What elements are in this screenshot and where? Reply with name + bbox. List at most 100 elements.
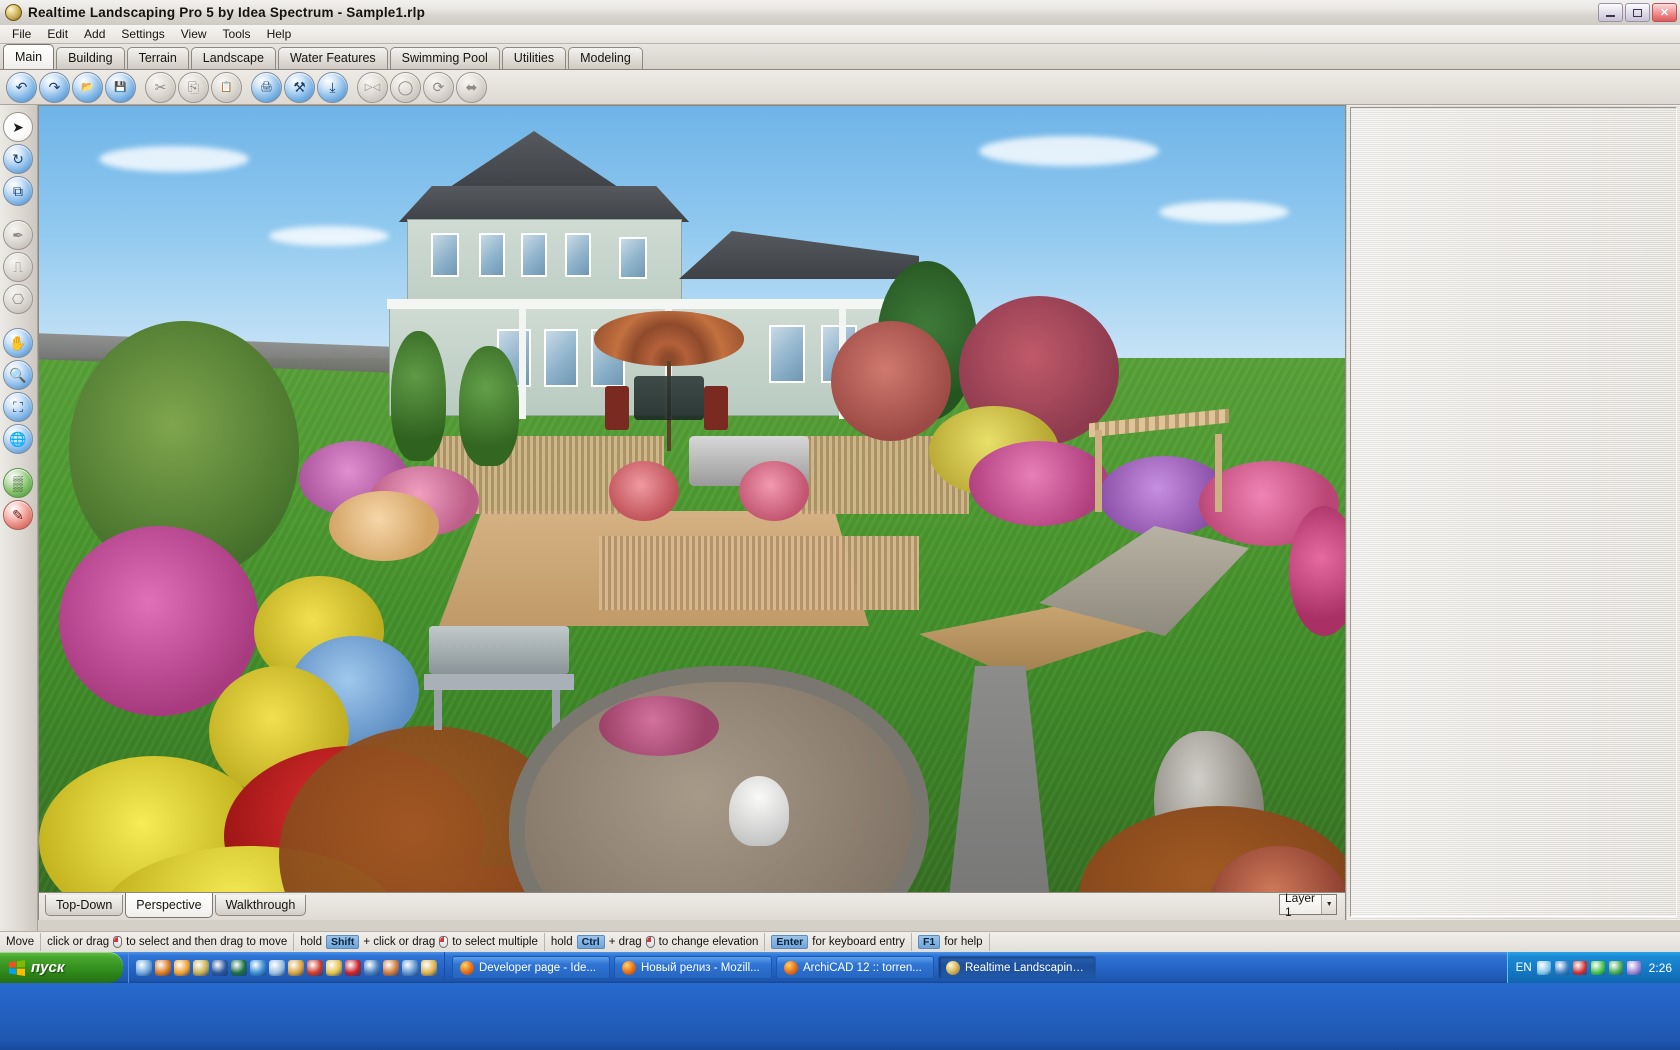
zoom-extents-icon[interactable]: ⛶ <box>3 392 33 422</box>
layer-selector[interactable]: Layer 1 ▼ <box>1279 891 1337 919</box>
ql-icon-calc[interactable] <box>269 959 285 976</box>
chevron-down-icon[interactable]: ▼ <box>1321 895 1336 914</box>
orbit-icon[interactable]: 🌐 <box>3 424 33 454</box>
tray-hide-icon[interactable] <box>1536 960 1551 975</box>
patio-table[interactable] <box>634 376 704 420</box>
view-mode-tab-strip: Top-Down Perspective Walkthrough Layer 1 ▼ <box>38 891 1346 920</box>
app-globe-icon <box>946 960 960 975</box>
taskbar-task-1[interactable]: Новый релиз - Mozill... <box>614 956 772 979</box>
ql-icon-flash[interactable] <box>307 959 323 976</box>
ribbon-tab-terrain[interactable]: Terrain <box>126 47 189 69</box>
taskbar-task-0[interactable]: Developer page - Ide... <box>452 956 610 979</box>
menu-item-tools[interactable]: Tools <box>215 25 259 43</box>
copy-object-icon[interactable]: ⧉ <box>3 176 33 206</box>
ql-icon-paint[interactable] <box>383 959 399 976</box>
menu-item-view[interactable]: View <box>173 25 215 43</box>
water-fountain[interactable] <box>729 776 789 846</box>
right-properties-panel[interactable] <box>1347 105 1680 920</box>
zoom-icon[interactable]: 🔍 <box>3 360 33 390</box>
flower-cluster[interactable] <box>969 441 1109 526</box>
shrub-column[interactable] <box>391 331 446 461</box>
3d-viewport[interactable]: Orbit Zoom Pan Height <box>38 105 1346 893</box>
ribbon-tab-utilities[interactable]: Utilities <box>501 47 567 69</box>
ql-icon-word[interactable] <box>212 959 228 976</box>
patio-chair[interactable] <box>704 386 728 430</box>
ribbon-tab-main[interactable]: Main <box>3 44 55 69</box>
patio-umbrella[interactable] <box>594 311 744 366</box>
save-icon[interactable]: 💾 <box>105 71 136 103</box>
pergola[interactable] <box>1089 408 1229 516</box>
taskbar-task-2[interactable]: ArchiCAD 12 :: torren... <box>776 956 934 979</box>
clock[interactable]: 2:26 <box>1646 961 1672 975</box>
menu-item-edit[interactable]: Edit <box>39 25 76 43</box>
flower-cluster[interactable] <box>329 491 439 561</box>
patio-chair[interactable] <box>605 386 629 430</box>
rotate-object-icon[interactable]: ↻ <box>3 144 33 174</box>
select-arrow-icon[interactable]: ➤ <box>3 112 33 142</box>
pan-hand-icon[interactable]: ✋ <box>3 328 33 358</box>
tray-kaspersky-icon[interactable] <box>1572 960 1587 975</box>
ribbon-tab-water-features[interactable]: Water Features <box>277 47 388 69</box>
ql-icon-acrobat[interactable] <box>345 959 361 976</box>
copy-icon: ⎘ <box>178 71 209 103</box>
tray-update-icon[interactable] <box>1608 960 1623 975</box>
view-tab-perspective[interactable]: Perspective <box>125 893 213 918</box>
japanese-maple[interactable] <box>831 321 951 441</box>
redo-icon[interactable]: ↷ <box>39 71 70 103</box>
ribbon-tab-building[interactable]: Building <box>56 47 125 69</box>
language-indicator[interactable]: EN <box>1516 962 1532 974</box>
menu-item-file[interactable]: File <box>4 25 39 43</box>
ql-icon-browser[interactable] <box>174 959 190 976</box>
garden-bench[interactable] <box>424 626 579 736</box>
ribbon-tab-swimming-pool[interactable]: Swimming Pool <box>389 47 500 69</box>
ql-icon-1[interactable] <box>136 959 152 976</box>
ql-icon-media[interactable] <box>193 959 209 976</box>
deck-railing-front[interactable] <box>599 536 919 610</box>
print-icon[interactable]: 🖨 <box>251 71 282 103</box>
ql-icon-folder[interactable] <box>288 959 304 976</box>
ribbon-tab-landscape[interactable]: Landscape <box>190 47 276 69</box>
view-tab-top-down[interactable]: Top-Down <box>45 895 124 916</box>
eyedropper-icon[interactable]: ✎ <box>3 500 33 530</box>
tray-power-icon[interactable] <box>1590 960 1605 975</box>
tray-network-icon[interactable] <box>1554 960 1569 975</box>
menu-item-help[interactable]: Help <box>259 25 300 43</box>
porch-header <box>387 299 911 309</box>
maximize-button[interactable] <box>1625 3 1650 22</box>
stamp-icon[interactable]: ⚒ <box>284 71 315 103</box>
open-file-icon[interactable]: 📂 <box>72 71 103 103</box>
close-button[interactable]: ✕ <box>1652 3 1677 22</box>
ql-icon-excel[interactable] <box>231 959 247 976</box>
window <box>565 233 591 277</box>
ql-icon-clock[interactable] <box>421 959 437 976</box>
bench-back <box>429 626 569 674</box>
status-mode: Move <box>0 933 42 951</box>
ql-icon-pencil[interactable] <box>326 959 342 976</box>
water-lilies[interactable] <box>599 696 719 756</box>
layer-selector-value: Layer 1 <box>1285 890 1316 919</box>
menu-item-add[interactable]: Add <box>76 25 113 43</box>
align-icon[interactable]: ⤓ <box>317 71 348 103</box>
minimize-button[interactable] <box>1598 3 1623 22</box>
flower-pot[interactable] <box>609 461 679 521</box>
start-button[interactable]: пуск <box>0 952 123 983</box>
view-tab-walkthrough[interactable]: Walkthrough <box>214 895 307 916</box>
ql-icon-usb[interactable] <box>364 959 380 976</box>
taskbar-task-3[interactable]: Realtime Landscaping... <box>938 956 1096 979</box>
right-panel-inner <box>1350 107 1677 917</box>
roof-wing <box>679 231 919 279</box>
ribbon-tab-strip: Main Building Terrain Landscape Water Featur… <box>0 44 1680 70</box>
shrub-column[interactable] <box>459 346 519 466</box>
terrain-grid-icon[interactable]: ▒ <box>3 468 33 498</box>
status-hint-4: F1 for help <box>912 933 990 951</box>
menu-item-settings[interactable]: Settings <box>113 25 172 43</box>
ql-icon-firefox[interactable] <box>155 959 171 976</box>
undo-icon[interactable]: ↶ <box>6 71 37 103</box>
ql-icon-volume[interactable] <box>402 959 418 976</box>
tray-mail-icon[interactable] <box>1626 960 1641 975</box>
flower-pot[interactable] <box>739 461 809 521</box>
window <box>544 329 578 387</box>
task-label: ArchiCAD 12 :: torren... <box>803 961 922 974</box>
ribbon-tab-modeling[interactable]: Modeling <box>568 47 643 69</box>
ql-icon-player[interactable] <box>250 959 266 976</box>
